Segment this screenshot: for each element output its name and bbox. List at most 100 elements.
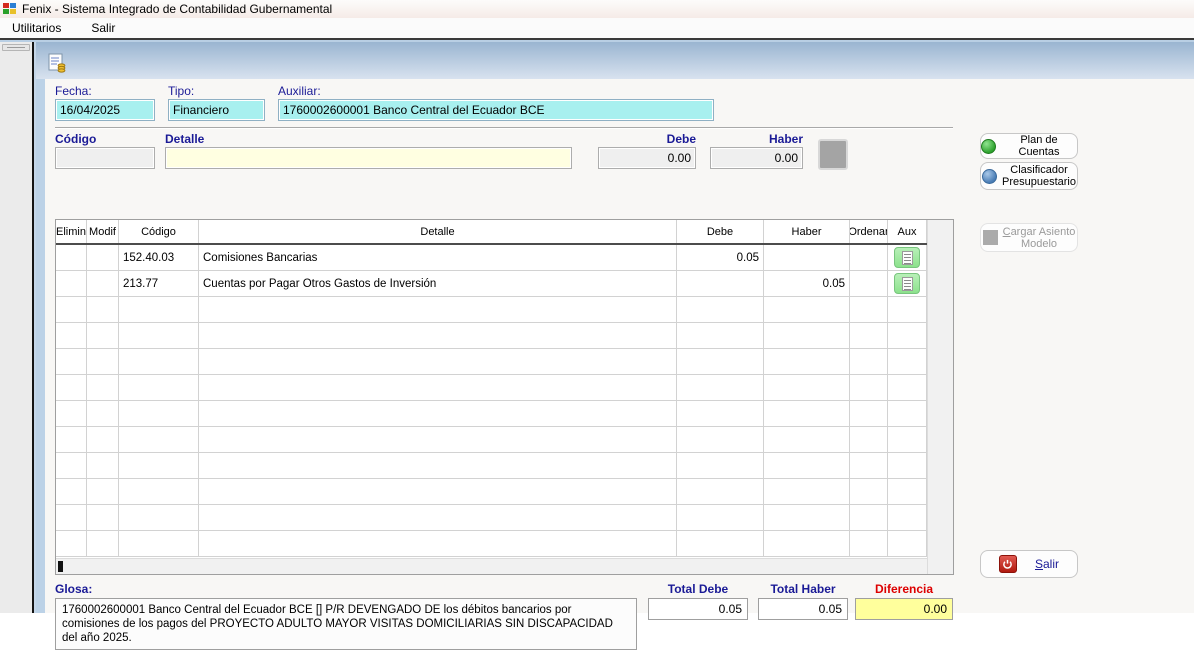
empty-cell xyxy=(764,479,850,504)
empty-cell xyxy=(850,453,888,478)
cell-ordenar[interactable] xyxy=(850,271,888,296)
cell-aux xyxy=(888,271,927,296)
empty-cell xyxy=(87,479,119,504)
cell-codigo: 213.77 xyxy=(119,271,199,296)
cell-debe xyxy=(677,271,764,296)
aux-detail-button[interactable] xyxy=(894,247,920,268)
window-title: Fenix - Sistema Integrado de Contabilida… xyxy=(22,2,332,16)
table-empty-row[interactable] xyxy=(56,505,927,531)
col-header-codigo[interactable]: Código xyxy=(119,220,199,243)
total-haber-field: 0.05 xyxy=(758,598,848,620)
detalle-label: Detalle xyxy=(165,132,204,146)
col-header-elimin[interactable]: Elimin xyxy=(56,220,87,243)
menu-utilitarios[interactable]: Utilitarios xyxy=(8,19,65,37)
haber-entry-field[interactable]: 0.00 xyxy=(710,147,803,169)
table-row[interactable]: 152.40.03 Comisiones Bancarias 0.05 xyxy=(56,245,927,271)
empty-cell xyxy=(764,297,850,322)
entries-table: Elimin Modif Código Detalle Debe Haber O… xyxy=(55,219,954,575)
empty-cell xyxy=(888,401,927,426)
empty-cell xyxy=(119,375,199,400)
cell-modif[interactable] xyxy=(87,271,119,296)
col-header-haber[interactable]: Haber xyxy=(764,220,850,243)
hscroll-thumb[interactable] xyxy=(58,561,63,572)
empty-cell xyxy=(199,349,677,374)
journal-entry-icon[interactable] xyxy=(46,52,68,74)
plan-de-cuentas-button[interactable]: Plan de Cuentas xyxy=(980,133,1078,159)
table-empty-row[interactable] xyxy=(56,453,927,479)
table-empty-row[interactable] xyxy=(56,297,927,323)
table-horizontal-scrollbar[interactable] xyxy=(56,558,927,574)
table-vertical-scrollbar[interactable] xyxy=(927,220,953,574)
salir-button[interactable]: Salir xyxy=(980,550,1078,578)
col-header-ordenar[interactable]: Ordenar xyxy=(850,220,888,243)
empty-cell xyxy=(888,479,927,504)
tipo-field[interactable]: Financiero xyxy=(168,99,265,121)
empty-cell xyxy=(119,453,199,478)
table-empty-row[interactable] xyxy=(56,479,927,505)
mdi-toolbar-band xyxy=(36,42,1194,79)
clasificador-label: ClasificadorPresupuestario xyxy=(1002,164,1076,188)
clasificador-presupuestario-button[interactable]: ClasificadorPresupuestario xyxy=(980,162,1078,190)
empty-cell xyxy=(87,323,119,348)
cell-detalle: Cuentas por Pagar Otros Gastos de Invers… xyxy=(199,271,677,296)
empty-cell xyxy=(888,323,927,348)
auxiliar-label: Auxiliar: xyxy=(278,84,321,98)
cell-ordenar[interactable] xyxy=(850,245,888,270)
glosa-label: Glosa: xyxy=(55,582,92,596)
cell-debe: 0.05 xyxy=(677,245,764,270)
table-empty-row[interactable] xyxy=(56,531,927,557)
blue-sphere-icon xyxy=(982,169,997,184)
col-header-debe[interactable]: Debe xyxy=(677,220,764,243)
empty-cell xyxy=(764,427,850,452)
cell-elimin[interactable] xyxy=(56,271,87,296)
table-row[interactable]: 213.77 Cuentas por Pagar Otros Gastos de… xyxy=(56,271,927,297)
empty-cell xyxy=(888,453,927,478)
empty-cell xyxy=(119,349,199,374)
table-empty-row[interactable] xyxy=(56,323,927,349)
table-empty-row[interactable] xyxy=(56,427,927,453)
empty-cell xyxy=(119,479,199,504)
table-empty-row[interactable] xyxy=(56,375,927,401)
empty-cell xyxy=(119,427,199,452)
empty-cell xyxy=(677,427,764,452)
empty-cell xyxy=(850,531,888,556)
debe-label: Debe xyxy=(630,132,696,146)
diferencia-field: 0.00 xyxy=(855,598,953,620)
menubar: Utilitarios Salir xyxy=(0,18,1194,40)
glosa-textarea[interactable]: 1760002600001 Banco Central del Ecuador … xyxy=(55,598,637,650)
table-empty-row[interactable] xyxy=(56,401,927,427)
debe-entry-field[interactable]: 0.00 xyxy=(598,147,696,169)
mdi-left-edge xyxy=(36,79,45,613)
empty-cell xyxy=(56,505,87,530)
document-icon xyxy=(902,251,913,265)
empty-cell xyxy=(677,375,764,400)
empty-cell xyxy=(119,323,199,348)
empty-cell xyxy=(199,453,677,478)
empty-cell xyxy=(119,297,199,322)
panel-grip[interactable] xyxy=(2,44,30,51)
cell-modif[interactable] xyxy=(87,245,119,270)
auxiliar-field[interactable]: 1760002600001 Banco Central del Ecuador … xyxy=(278,99,714,121)
empty-cell xyxy=(56,453,87,478)
codigo-entry-field[interactable] xyxy=(55,147,155,169)
col-header-modif[interactable]: Modif xyxy=(87,220,119,243)
col-header-detalle[interactable]: Detalle xyxy=(199,220,677,243)
detalle-entry-field[interactable] xyxy=(165,147,572,169)
diferencia-label: Diferencia xyxy=(855,582,953,596)
fecha-field[interactable]: 16/04/2025 xyxy=(55,99,155,121)
cell-detalle: Comisiones Bancarias xyxy=(199,245,677,270)
empty-cell xyxy=(199,323,677,348)
col-header-aux[interactable]: Aux xyxy=(888,220,927,243)
aux-detail-button[interactable] xyxy=(894,273,920,294)
document-icon xyxy=(902,277,913,291)
empty-cell xyxy=(850,427,888,452)
menu-salir[interactable]: Salir xyxy=(87,19,119,37)
add-entry-button[interactable] xyxy=(818,139,848,170)
empty-cell xyxy=(677,505,764,530)
cell-elimin[interactable] xyxy=(56,245,87,270)
cargar-asiento-modelo-button[interactable]: Cargar AsientoModelo xyxy=(980,223,1078,252)
empty-cell xyxy=(764,505,850,530)
empty-cell xyxy=(764,401,850,426)
table-empty-row[interactable] xyxy=(56,349,927,375)
empty-cell xyxy=(56,427,87,452)
